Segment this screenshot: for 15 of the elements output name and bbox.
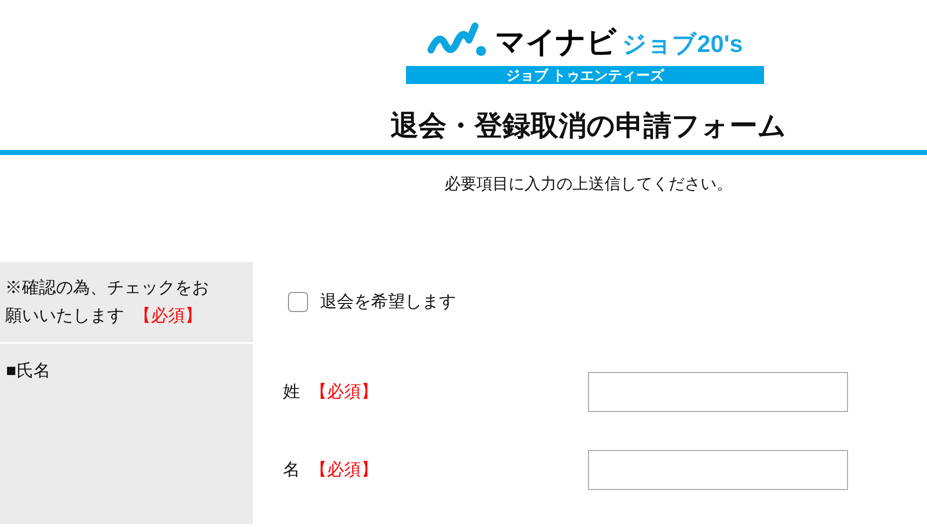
page-title: 退会・登録取消の申請フォーム [390,109,786,143]
field-label: 姓 [283,381,300,404]
input-field[interactable] [588,450,848,490]
field-label: 名 [283,459,300,482]
checkbox-label: 退会を希望します [320,291,456,314]
logo-reading-band: ジョブ トゥエンティーズ [406,66,764,84]
checkbox[interactable] [288,292,308,312]
confirm-label: ※確認の為、チェックをお願いいたします 【必須】 [5,277,210,327]
logo-product: ジョブ20's [622,33,743,57]
name-label: ■氏名 [6,361,50,380]
input-field[interactable] [588,372,848,412]
required-label: 【必須】 [310,381,378,404]
instruction-text: 必要項目に入力の上送信してください。 [444,174,732,195]
logo-brand: マイナビ [495,28,616,58]
required-label: 【必須】 [310,459,378,482]
